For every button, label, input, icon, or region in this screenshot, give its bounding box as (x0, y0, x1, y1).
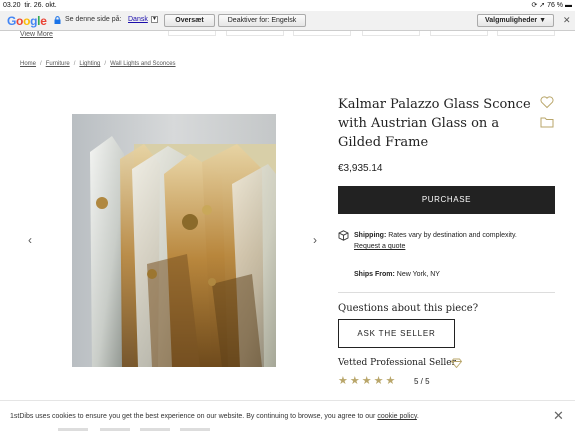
heart-icon[interactable] (540, 95, 554, 109)
next-image-arrow-icon[interactable]: › (313, 233, 317, 247)
view-more-link[interactable]: View More (20, 31, 53, 38)
disable-translate-button[interactable]: Deaktiver for: Engelsk (218, 14, 306, 27)
divider (338, 292, 555, 293)
breadcrumb: Home / Furniture / Lighting / Wall Lights and … (20, 61, 176, 67)
ships-from: Ships From: New York, NY (354, 271, 440, 278)
folder-icon[interactable] (540, 116, 554, 128)
rating-value: 5 / 5 (414, 377, 430, 386)
purchase-button[interactable]: PURCHASE (338, 186, 555, 214)
nav-tile[interactable] (497, 31, 555, 36)
google-translate-bar: Google Se denne side på: Dansk ▼ Oversæt… (0, 11, 575, 31)
cookie-message: 1stDibs uses cookies to ensure you get t… (10, 413, 419, 420)
product-title: Kalmar Palazzo Glass Sconce with Austria… (338, 97, 531, 150)
diamond-icon (451, 358, 462, 368)
translate-button[interactable]: Oversæt (164, 14, 215, 27)
close-icon[interactable]: ✕ (563, 15, 571, 26)
rating-stars: ★★★★★ (338, 375, 398, 387)
breadcrumb-wall-lights[interactable]: Wall Lights and Sconces (110, 61, 175, 67)
status-battery: ⟳ ➚ 76 % ▬ (531, 2, 572, 9)
ask-seller-button[interactable]: ASK THE SELLER (338, 319, 455, 348)
package-icon (338, 230, 349, 241)
options-button[interactable]: Valgmuligheder ▼ (477, 14, 554, 27)
nav-tile[interactable] (362, 31, 420, 36)
nav-tile[interactable] (168, 31, 216, 36)
vetted-seller-label: Vetted Professional Seller (338, 358, 456, 368)
translate-prompt: Se denne side på: (65, 16, 122, 23)
shipping-label: Shipping: (354, 232, 387, 239)
lock-icon (54, 16, 61, 24)
product-price: €3,935.14 (338, 163, 383, 174)
language-link[interactable]: Dansk (128, 16, 148, 23)
language-dropdown-icon[interactable]: ▼ (151, 16, 158, 23)
previous-image-arrow-icon[interactable]: ‹ (28, 233, 32, 247)
partial-nav-row: View More (0, 31, 575, 41)
nav-tile[interactable] (293, 31, 351, 36)
breadcrumb-home[interactable]: Home (20, 61, 36, 67)
status-time-date: 03.20 tir. 26. okt. (3, 2, 57, 9)
breadcrumb-lighting[interactable]: Lighting (79, 61, 100, 67)
cookie-banner: 1stDibs uses cookies to ensure you get t… (0, 400, 575, 431)
close-icon[interactable]: ✕ (553, 408, 564, 424)
shipping-text: Rates vary by destination and complexity… (386, 232, 517, 239)
nav-tile[interactable] (430, 31, 488, 36)
status-bar: 03.20 tir. 26. okt. ⟳ ➚ 76 % ▬ (0, 0, 575, 11)
product-image[interactable] (72, 114, 276, 367)
request-quote-link[interactable]: Request a quote (354, 243, 405, 250)
nav-tile[interactable] (226, 31, 284, 36)
sconce-photo (72, 114, 276, 367)
breadcrumb-furniture[interactable]: Furniture (46, 61, 70, 67)
google-logo: Google (7, 14, 47, 28)
questions-heading: Questions about this piece? (338, 303, 479, 314)
cookie-policy-link[interactable]: cookie policy (377, 413, 417, 420)
